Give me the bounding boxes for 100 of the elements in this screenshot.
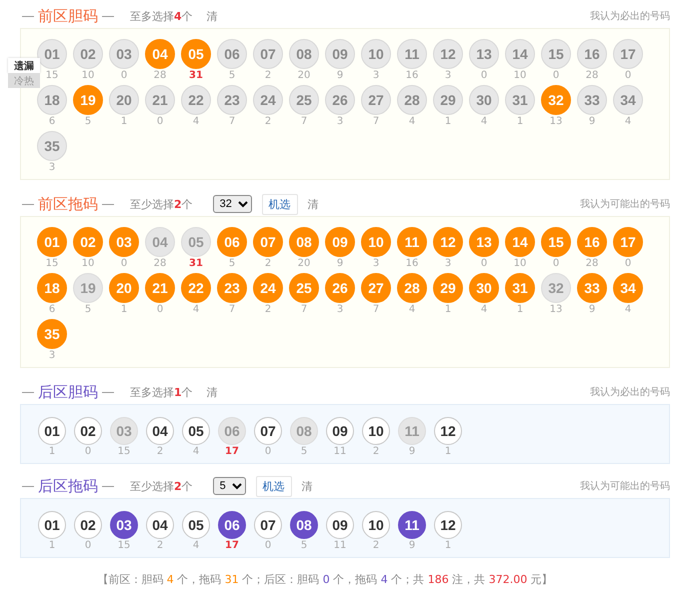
number-ball[interactable]: 03 — [110, 417, 138, 445]
number-ball[interactable]: 17 — [613, 39, 643, 69]
number-ball[interactable]: 02 — [74, 511, 102, 539]
number-ball[interactable]: 18 — [37, 85, 67, 115]
number-ball[interactable]: 09 — [325, 39, 355, 69]
number-ball[interactable]: 17 — [613, 227, 643, 257]
count-select[interactable]: 5 — [212, 477, 246, 495]
number-ball[interactable]: 15 — [541, 39, 571, 69]
side-tab[interactable]: 冷热 — [8, 73, 40, 88]
number-ball[interactable]: 13 — [469, 227, 499, 257]
number-ball[interactable]: 30 — [469, 273, 499, 303]
number-ball[interactable]: 01 — [37, 39, 67, 69]
number-ball[interactable]: 01 — [38, 511, 66, 539]
number-ball[interactable]: 07 — [254, 417, 282, 445]
number-ball[interactable]: 20 — [109, 273, 139, 303]
number-ball[interactable]: 28 — [397, 273, 427, 303]
number-ball[interactable]: 33 — [577, 273, 607, 303]
number-ball[interactable]: 24 — [253, 85, 283, 115]
number-ball[interactable]: 09 — [326, 417, 354, 445]
number-ball[interactable]: 27 — [361, 85, 391, 115]
number-ball[interactable]: 10 — [361, 39, 391, 69]
number-ball[interactable]: 07 — [253, 227, 283, 257]
number-ball[interactable]: 21 — [145, 85, 175, 115]
number-ball[interactable]: 11 — [397, 227, 427, 257]
number-ball[interactable]: 02 — [73, 227, 103, 257]
number-ball[interactable]: 09 — [325, 227, 355, 257]
random-pick-button[interactable]: 机选 — [256, 476, 292, 496]
number-ball[interactable]: 12 — [434, 511, 462, 539]
number-ball[interactable]: 34 — [613, 85, 643, 115]
number-ball[interactable]: 35 — [37, 131, 67, 161]
clear-button[interactable]: 清 — [302, 478, 313, 494]
number-ball[interactable]: 03 — [110, 511, 138, 539]
number-ball[interactable]: 06 — [217, 227, 247, 257]
number-ball[interactable]: 12 — [433, 39, 463, 69]
number-ball[interactable]: 29 — [433, 85, 463, 115]
number-ball[interactable]: 07 — [254, 511, 282, 539]
number-ball[interactable]: 32 — [541, 85, 571, 115]
number-ball[interactable]: 01 — [38, 417, 66, 445]
number-ball[interactable]: 23 — [217, 85, 247, 115]
number-ball[interactable]: 31 — [505, 273, 535, 303]
clear-button[interactable]: 清 — [206, 8, 218, 24]
number-ball[interactable]: 31 — [505, 85, 535, 115]
number-ball[interactable]: 15 — [541, 227, 571, 257]
number-ball[interactable]: 11 — [397, 39, 427, 69]
number-ball[interactable]: 04 — [146, 511, 174, 539]
number-ball[interactable]: 25 — [289, 273, 319, 303]
number-ball[interactable]: 10 — [362, 511, 390, 539]
number-ball[interactable]: 05 — [182, 511, 210, 539]
number-ball[interactable]: 06 — [218, 511, 246, 539]
number-ball[interactable]: 10 — [361, 227, 391, 257]
number-ball[interactable]: 04 — [145, 227, 175, 257]
number-ball[interactable]: 35 — [37, 319, 67, 349]
clear-button[interactable]: 清 — [308, 196, 319, 212]
number-ball[interactable]: 25 — [289, 85, 319, 115]
number-ball[interactable]: 16 — [577, 39, 607, 69]
number-ball[interactable]: 28 — [397, 85, 427, 115]
number-ball[interactable]: 04 — [145, 39, 175, 69]
number-ball[interactable]: 32 — [541, 273, 571, 303]
random-pick-button[interactable]: 机选 — [262, 194, 298, 214]
number-ball[interactable]: 11 — [398, 417, 426, 445]
number-ball[interactable]: 26 — [325, 273, 355, 303]
number-ball[interactable]: 13 — [469, 39, 499, 69]
number-ball[interactable]: 34 — [613, 273, 643, 303]
number-ball[interactable]: 29 — [433, 273, 463, 303]
number-ball[interactable]: 08 — [290, 417, 318, 445]
number-ball[interactable]: 08 — [290, 511, 318, 539]
count-select[interactable]: 32 — [212, 195, 252, 213]
number-ball[interactable]: 23 — [217, 273, 247, 303]
number-ball[interactable]: 18 — [37, 273, 67, 303]
number-ball[interactable]: 33 — [577, 85, 607, 115]
number-ball[interactable]: 05 — [182, 417, 210, 445]
number-ball[interactable]: 01 — [37, 227, 67, 257]
number-ball[interactable]: 06 — [217, 39, 247, 69]
number-ball[interactable]: 20 — [109, 85, 139, 115]
number-ball[interactable]: 19 — [73, 273, 103, 303]
number-ball[interactable]: 04 — [146, 417, 174, 445]
number-ball[interactable]: 02 — [74, 417, 102, 445]
number-ball[interactable]: 12 — [434, 417, 462, 445]
number-ball[interactable]: 03 — [109, 39, 139, 69]
number-ball[interactable]: 08 — [289, 227, 319, 257]
number-ball[interactable]: 19 — [73, 85, 103, 115]
number-ball[interactable]: 14 — [505, 39, 535, 69]
number-ball[interactable]: 03 — [109, 227, 139, 257]
side-tab[interactable]: 遗漏 — [8, 58, 40, 73]
number-ball[interactable]: 22 — [181, 85, 211, 115]
clear-button[interactable]: 清 — [206, 384, 218, 400]
number-ball[interactable]: 02 — [73, 39, 103, 69]
number-ball[interactable]: 10 — [362, 417, 390, 445]
number-ball[interactable]: 05 — [181, 39, 211, 69]
number-ball[interactable]: 09 — [326, 511, 354, 539]
number-ball[interactable]: 26 — [325, 85, 355, 115]
number-ball[interactable]: 30 — [469, 85, 499, 115]
number-ball[interactable]: 11 — [398, 511, 426, 539]
number-ball[interactable]: 06 — [218, 417, 246, 445]
number-ball[interactable]: 14 — [505, 227, 535, 257]
number-ball[interactable]: 05 — [181, 227, 211, 257]
number-ball[interactable]: 07 — [253, 39, 283, 69]
number-ball[interactable]: 08 — [289, 39, 319, 69]
number-ball[interactable]: 12 — [433, 227, 463, 257]
number-ball[interactable]: 22 — [181, 273, 211, 303]
